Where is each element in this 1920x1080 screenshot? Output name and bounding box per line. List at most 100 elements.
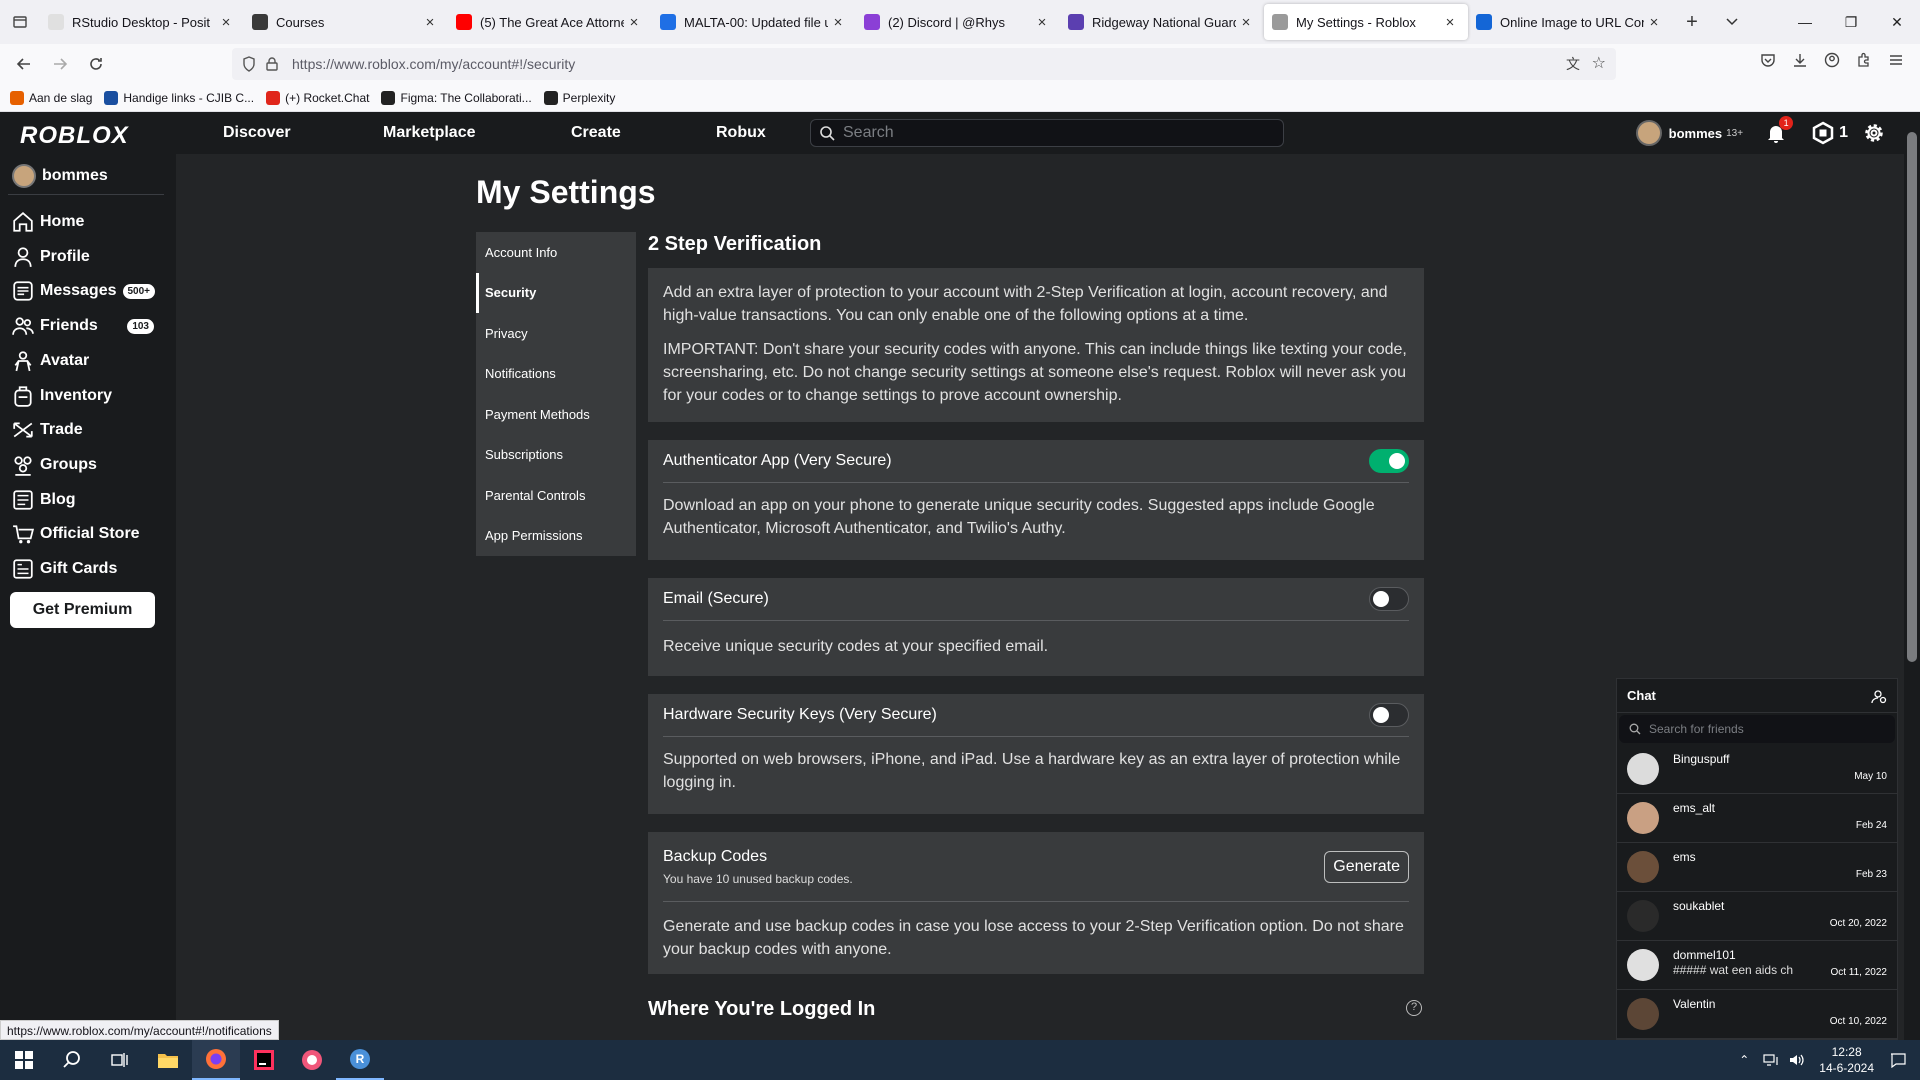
tab-overflow-button[interactable] [1712,0,1752,44]
clock-time[interactable]: 12:28 [1819,1044,1874,1060]
sidebar-item-friends[interactable]: Friends 103 [12,312,172,340]
sidebar-item-official-store[interactable]: Official Store [12,520,172,548]
settings-menu-item-security[interactable]: Security [476,272,636,313]
robux-button[interactable]: 1 [1811,121,1848,145]
chat-conversation-row[interactable]: dommel101 Oct 11, 2022 ##### wat een aids … [1617,941,1897,990]
sidebar-item-avatar[interactable]: Avatar [12,347,172,375]
restore-button[interactable]: ❐ [1828,0,1874,44]
bookmark-item[interactable]: (+) Rocket.Chat [266,90,369,105]
notification-center-icon[interactable] [1890,1052,1906,1068]
tab-close-icon[interactable]: × [1440,14,1460,31]
chat-conversation-row[interactable]: Valentin Oct 10, 2022 [1617,990,1897,1039]
header-username[interactable]: bommes [1669,126,1722,141]
firefox-taskbar-button[interactable] [192,1040,240,1080]
settings-menu-item-notifications[interactable]: Notifications [476,354,636,395]
chat-search-input[interactable]: Search for friends [1619,715,1895,743]
sidebar-item-home[interactable]: Home [12,208,172,236]
browser-tab[interactable]: MALTA-00: Updated file up × [652,4,856,40]
sidebar-item-groups[interactable]: Groups [12,451,172,479]
tab-close-icon[interactable]: × [420,14,440,31]
chat-conversation-row[interactable]: soukablet Oct 20, 2022 [1617,892,1897,941]
back-button[interactable] [6,48,42,80]
nav-discover[interactable]: Discover [223,124,291,142]
chat-settings-icon[interactable] [1871,688,1887,704]
bookmark-star-icon[interactable]: ☆ [1592,53,1606,73]
browser-tab[interactable]: (2) Discord | @Rhys × [856,4,1060,40]
settings-menu-item-subscriptions[interactable]: Subscriptions [476,435,636,476]
header-avatar[interactable] [1635,120,1662,146]
settings-menu-item-privacy[interactable]: Privacy [476,313,636,354]
tab-close-icon[interactable]: × [828,14,848,31]
bookmark-item[interactable]: Figma: The Collaborati... [381,90,532,105]
hardware-key-toggle[interactable] [1369,703,1409,727]
pocket-icon[interactable] [1760,52,1776,68]
sidebar-item-inventory[interactable]: Inventory [12,382,172,410]
browser-tab[interactable]: RStudio Desktop - Posit × [40,4,244,40]
translate-icon[interactable]: 文 [1566,54,1580,74]
url-bar[interactable]: https://www.roblox.com/my/account#!/secu… [232,48,1616,80]
get-premium-button[interactable]: Get Premium [10,592,155,628]
rstudio-taskbar-button[interactable]: R [336,1040,384,1080]
sidebar-user[interactable]: bommes [12,164,108,188]
browser-tab[interactable]: Ridgeway National Guard E× [1060,4,1264,40]
search-input[interactable]: Search [810,119,1284,147]
sidebar-item-gift-cards[interactable]: Gift Cards [12,555,172,583]
authenticator-toggle[interactable] [1369,449,1409,473]
scrollbar-thumb[interactable] [1907,132,1917,662]
volume-icon[interactable] [1789,1053,1805,1067]
nav-robux[interactable]: Robux [716,124,766,142]
task-view-button[interactable] [96,1040,144,1080]
settings-menu-item-account-info[interactable]: Account Info [476,232,636,273]
nav-create[interactable]: Create [571,124,621,142]
chat-title[interactable]: Chat [1627,688,1656,703]
tab-close-icon[interactable]: × [216,14,236,31]
bookmark-item[interactable]: Aan de slag [10,90,92,105]
tray-chevron-icon[interactable]: ⌃ [1739,1053,1749,1067]
sidebar-item-blog[interactable]: Blog [12,486,172,514]
tab-close-icon[interactable]: × [1644,14,1664,31]
reload-button[interactable] [78,48,114,80]
settings-button[interactable] [1862,121,1886,145]
minimize-button[interactable]: — [1782,0,1828,44]
bookmark-item[interactable]: Perplexity [543,90,615,105]
extensions-icon[interactable] [1856,52,1872,68]
sidebar-item-trade[interactable]: Trade [12,416,172,444]
settings-menu-item-app-permissions[interactable]: App Permissions [476,516,636,557]
browser-tab[interactable]: Courses × [244,4,448,40]
browser-tab[interactable]: My Settings - Roblox × [1264,4,1468,40]
new-tab-button[interactable]: + [1672,0,1712,44]
network-icon[interactable] [1763,1053,1779,1067]
tab-close-icon[interactable]: × [1032,14,1052,31]
notifications-button[interactable]: 1 [1765,116,1794,144]
chat-conversation-row[interactable]: Binguspuff May 10 [1617,745,1897,794]
chat-conversation-row[interactable]: ems_alt Feb 24 [1617,794,1897,843]
forward-button[interactable] [42,48,78,80]
browser-tab[interactable]: Online Image to URL Conve× [1468,4,1672,40]
settings-menu-item-payment-methods[interactable]: Payment Methods [476,394,636,435]
close-window-button[interactable]: ✕ [1874,0,1920,44]
downloads-icon[interactable] [1792,52,1808,68]
file-explorer-button[interactable] [144,1040,192,1080]
help-icon[interactable]: ? [1406,1000,1422,1016]
generate-button[interactable]: Generate [1324,850,1409,883]
page-scrollbar[interactable] [1904,112,1920,1040]
chat-conversation-row[interactable]: ems Feb 23 [1617,843,1897,892]
start-button[interactable] [0,1040,48,1080]
settings-menu-item-parental-controls[interactable]: Parental Controls [476,475,636,516]
menu-icon[interactable] [1888,52,1904,68]
account-icon[interactable] [1824,52,1840,68]
bookmark-item[interactable]: Handige links - CJIB C... [104,90,254,105]
nav-marketplace[interactable]: Marketplace [383,124,476,142]
tab-list-button[interactable] [0,0,40,44]
roblox-logo[interactable]: ROBLOX [20,122,129,150]
sidebar-item-messages[interactable]: Messages 500+ [12,277,172,305]
tab-close-icon[interactable]: × [1236,14,1256,31]
taskbar-search-button[interactable] [48,1040,96,1080]
sidebar-item-profile[interactable]: Profile [12,243,172,271]
email-toggle[interactable] [1369,587,1409,611]
browser-tab[interactable]: (5) The Great Ace Attorney × [448,4,652,40]
tab-close-icon[interactable]: × [624,14,644,31]
intellij-taskbar-button[interactable] [240,1040,288,1080]
clock-date[interactable]: 14-6-2024 [1819,1060,1874,1076]
app-taskbar-button[interactable] [288,1040,336,1080]
